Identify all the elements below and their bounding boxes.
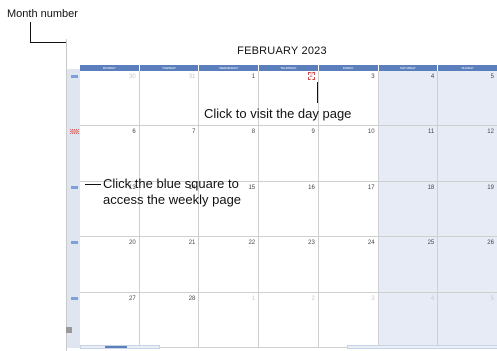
- day-number: 20: [129, 240, 136, 247]
- day-cell[interactable]: 23: [259, 237, 319, 293]
- day-cell[interactable]: 8: [199, 126, 260, 182]
- day-number: 24: [367, 240, 375, 247]
- month-title: FEBRUARY 2023: [67, 45, 497, 57]
- day-number: 8: [251, 129, 256, 136]
- day-cell[interactable]: 24: [318, 237, 379, 293]
- bottom-tabs-strip: [66, 327, 497, 349]
- week-square[interactable]: [71, 185, 78, 189]
- day-cell[interactable]: 31: [139, 71, 200, 127]
- day-cell[interactable]: 4: [378, 292, 439, 348]
- day-number: 7: [192, 129, 196, 136]
- day-cell[interactable]: 17: [318, 181, 379, 238]
- month-tabs-right[interactable]: [347, 345, 497, 349]
- day-number: 18: [427, 184, 435, 191]
- day-number: 6: [132, 129, 136, 136]
- day-cell[interactable]: 18: [378, 181, 439, 238]
- day-number: 23: [308, 240, 315, 247]
- month-tabs-left[interactable]: [80, 345, 160, 349]
- week-square[interactable]: [71, 241, 78, 245]
- month-name: FEBRUARY: [237, 45, 299, 57]
- week-square[interactable]: [71, 75, 78, 78]
- day-cell[interactable]: 27: [80, 292, 140, 348]
- week-page-callout-line1: Click the blue square to: [103, 176, 239, 191]
- day-number: 19: [487, 184, 494, 191]
- day-number: 11: [428, 129, 435, 136]
- month-number-leader-vertical: [30, 22, 31, 42]
- day-page-callout: Click to visit the day page: [204, 106, 352, 121]
- day-cell[interactable]: 22: [199, 237, 260, 293]
- day-number: 12: [487, 129, 494, 136]
- day-number: 16: [308, 184, 315, 191]
- day-cell[interactable]: 16: [259, 181, 319, 238]
- day-number: 27: [129, 295, 136, 302]
- day-cell[interactable]: 7: [139, 126, 200, 182]
- scroll-indicator[interactable]: [66, 327, 72, 333]
- day-cell[interactable]: 2: [259, 292, 319, 348]
- day-cell[interactable]: 9: [259, 126, 319, 182]
- day-number: 5: [490, 295, 494, 302]
- day-number: 22: [248, 240, 256, 247]
- day-number: 21: [188, 240, 196, 247]
- day-cell[interactable]: 1: [199, 292, 260, 348]
- day-cell[interactable]: 5: [438, 292, 497, 348]
- week-square[interactable]: [70, 129, 79, 135]
- month-tab-active[interactable]: [105, 346, 127, 348]
- day-number: 17: [367, 184, 375, 191]
- year: 2023: [301, 45, 327, 57]
- day-number: 2: [307, 72, 315, 80]
- day-number: 4: [430, 295, 435, 302]
- day-cell[interactable]: 30: [80, 71, 140, 127]
- week-page-callout-line2: access the weekly page: [103, 192, 242, 207]
- day-cell[interactable]: 28: [139, 292, 200, 348]
- month-number-leader-horizontal: [30, 42, 68, 43]
- day-number: 26: [487, 240, 494, 247]
- day-cell[interactable]: 4: [378, 71, 439, 127]
- day-number: 9: [311, 129, 315, 136]
- day-number: 5: [490, 74, 494, 80]
- week-page-callout: Click the blue square to access the week…: [103, 176, 241, 208]
- day-cell[interactable]: 10: [318, 126, 379, 182]
- day-number: 4: [430, 74, 435, 80]
- day-number: 3: [371, 74, 375, 80]
- week-page-leader: [85, 184, 101, 185]
- day-number: 10: [367, 129, 375, 136]
- day-cell[interactable]: 6: [80, 126, 140, 182]
- day-number: 30: [129, 74, 136, 80]
- day-cell[interactable]: 3: [318, 292, 379, 348]
- day-cell[interactable]: 26: [438, 237, 497, 293]
- day-cell[interactable]: 11: [378, 126, 439, 182]
- day-cell[interactable]: 21: [139, 237, 200, 293]
- day-number: 3: [371, 295, 375, 302]
- day-number: 1: [251, 295, 256, 302]
- day-number: 25: [427, 240, 435, 247]
- month-number-callout: Month number: [7, 8, 78, 20]
- day-number: 28: [188, 295, 196, 302]
- left-sidebar: [67, 69, 80, 348]
- day-cell[interactable]: 19: [438, 181, 497, 238]
- day-page-leader: [317, 82, 318, 103]
- day-cell[interactable]: 25: [378, 237, 439, 293]
- day-number: 15: [248, 184, 256, 191]
- day-cell[interactable]: 20: [80, 237, 140, 293]
- day-number: 1: [251, 74, 256, 80]
- week-square[interactable]: [71, 296, 78, 300]
- day-cell[interactable]: 12: [438, 126, 497, 182]
- day-cell[interactable]: 5: [438, 71, 497, 127]
- day-number: 31: [188, 74, 196, 80]
- day-number: 2: [311, 295, 315, 302]
